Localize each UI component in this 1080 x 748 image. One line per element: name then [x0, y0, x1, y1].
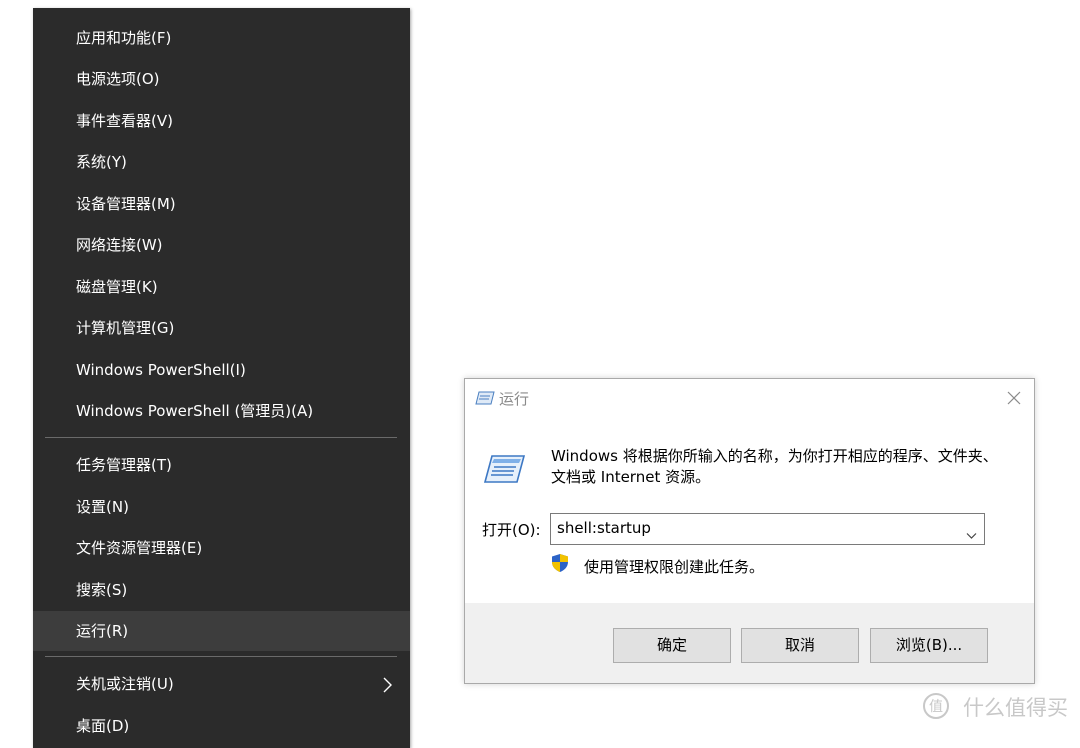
watermark-logo-icon: 值 — [922, 692, 950, 725]
menu-item-search[interactable]: 搜索(S) — [33, 571, 410, 609]
menu-item-file-explorer[interactable]: 文件资源管理器(E) — [33, 529, 410, 567]
chevron-down-icon[interactable] — [966, 525, 977, 544]
menu-separator — [45, 437, 397, 438]
dialog-titlebar[interactable]: 运行 — [465, 379, 1034, 417]
menu-item-task-manager[interactable]: 任务管理器(T) — [33, 446, 410, 484]
close-icon[interactable] — [1004, 388, 1024, 408]
menu-item-powershell[interactable]: Windows PowerShell(I) — [33, 351, 410, 389]
menu-item-network-connections[interactable]: 网络连接(W) — [33, 226, 410, 264]
dialog-footer: 确定 取消 浏览(B)... — [465, 603, 1034, 683]
run-large-icon — [482, 453, 526, 489]
open-command-value: shell:startup — [557, 519, 651, 537]
uac-shield-icon — [551, 553, 569, 577]
cancel-button[interactable]: 取消 — [741, 628, 859, 663]
menu-item-powershell-admin[interactable]: Windows PowerShell (管理员)(A) — [33, 392, 410, 430]
menu-item-apps-features[interactable]: 应用和功能(F) — [33, 19, 410, 57]
run-dialog: 运行 Windows 将根据你所输入的名称，为你打开相应的程序、文件夹、文档或 … — [464, 378, 1035, 684]
menu-item-event-viewer[interactable]: 事件查看器(V) — [33, 102, 410, 140]
chevron-right-icon — [382, 665, 396, 703]
menu-item-computer-management[interactable]: 计算机管理(G) — [33, 309, 410, 347]
open-label: 打开(O): — [482, 521, 541, 539]
watermark-text: 什么值得买 — [963, 695, 1068, 720]
menu-separator — [45, 656, 397, 657]
dialog-description: Windows 将根据你所输入的名称，为你打开相应的程序、文件夹、文档或 Int… — [551, 447, 998, 486]
menu-item-device-manager[interactable]: 设备管理器(M) — [33, 185, 410, 223]
ok-button[interactable]: 确定 — [613, 628, 731, 663]
open-command-input[interactable]: shell:startup — [550, 513, 985, 545]
browse-button[interactable]: 浏览(B)... — [870, 628, 988, 663]
menu-item-desktop[interactable]: 桌面(D) — [33, 707, 410, 745]
watermark: 值 什么值得买 — [922, 692, 1068, 726]
svg-text:值: 值 — [929, 699, 943, 715]
menu-item-disk-management[interactable]: 磁盘管理(K) — [33, 268, 410, 306]
dialog-title: 运行 — [499, 390, 530, 408]
winx-context-menu: 应用和功能(F) 电源选项(O) 事件查看器(V) 系统(Y) 设备管理器(M)… — [33, 8, 410, 748]
menu-item-shutdown-signout[interactable]: 关机或注销(U) — [33, 665, 410, 703]
menu-item-system[interactable]: 系统(Y) — [33, 143, 410, 181]
menu-item-settings[interactable]: 设置(N) — [33, 488, 410, 526]
admin-task-text: 使用管理权限创建此任务。 — [584, 558, 765, 576]
menu-item-run[interactable]: 运行(R) — [33, 611, 410, 651]
menu-item-power-options[interactable]: 电源选项(O) — [33, 60, 410, 98]
run-app-icon — [475, 390, 495, 410]
